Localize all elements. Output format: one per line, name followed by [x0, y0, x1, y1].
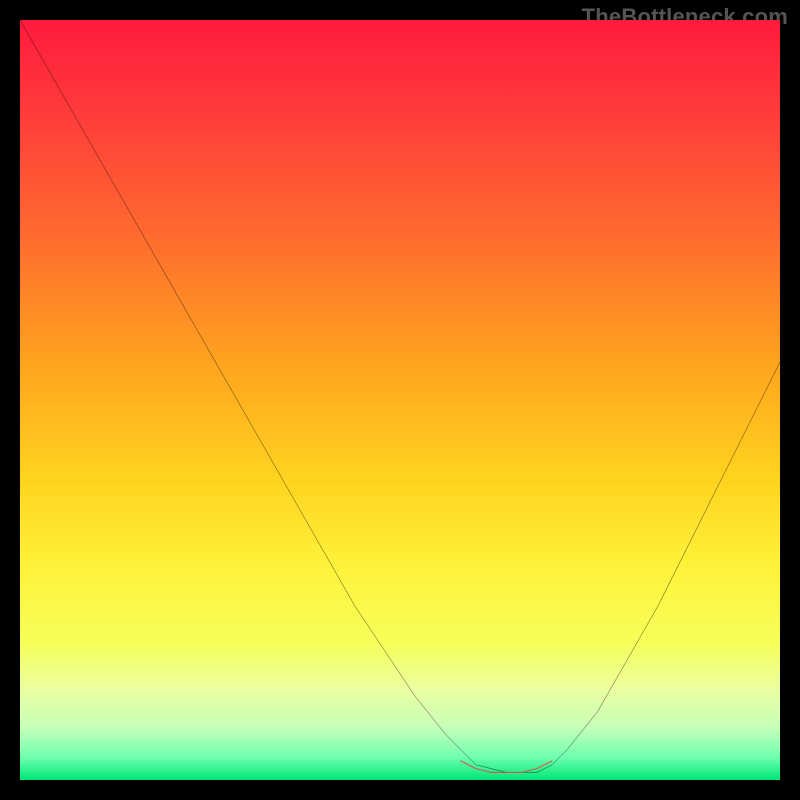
bottleneck-chart — [20, 20, 780, 780]
gradient-background — [20, 20, 780, 780]
chart-frame: TheBottleneck.com — [0, 0, 800, 800]
